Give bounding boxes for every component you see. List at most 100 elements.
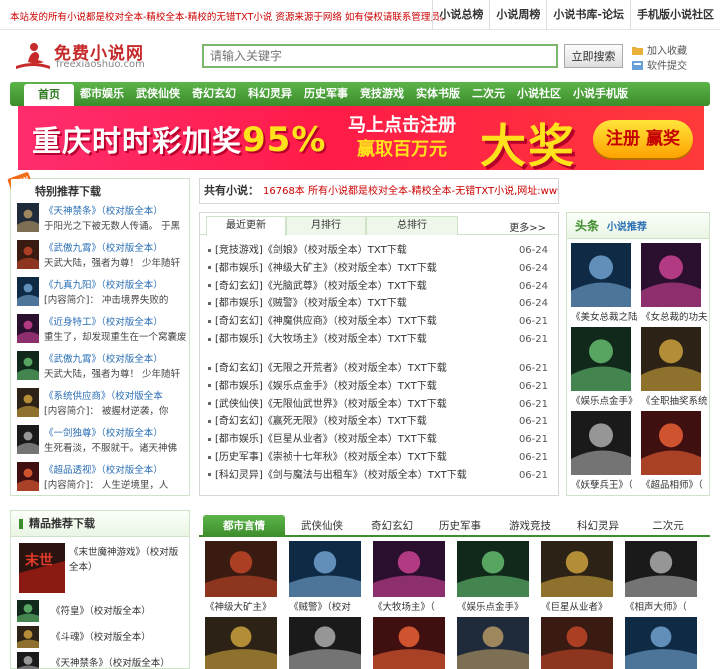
- category-tab[interactable]: 游戏竞技: [497, 515, 563, 537]
- best-first-cover[interactable]: 末世: [19, 543, 65, 593]
- book-cover[interactable]: [625, 617, 697, 669]
- category-book[interactable]: 《大牧场主》（: [373, 541, 445, 613]
- row-category[interactable]: [奇幻玄幻]: [215, 316, 263, 327]
- special-item-title[interactable]: 《武傲九霄》（校对版全本）: [44, 351, 163, 365]
- row-title[interactable]: 《剑与魔法与出租车》（校对版全本）TXT下载: [263, 470, 467, 481]
- update-row[interactable]: [奇幻玄幻]《无限之开荒者》（校对版全本）TXT下载 06-21: [208, 360, 548, 377]
- row-category[interactable]: [竞技游戏]: [215, 245, 263, 256]
- book-cover[interactable]: [373, 541, 445, 597]
- book-cover[interactable]: [205, 617, 277, 669]
- nav-home[interactable]: 首页: [24, 84, 74, 106]
- search-input[interactable]: [202, 44, 558, 68]
- category-book-title[interactable]: 《巨星从业者》: [541, 599, 613, 613]
- special-item[interactable]: 《武傲九霄》（校对版全本） 天武大陆，强者为尊！ 少年随轩: [17, 349, 193, 383]
- toplist-item-title[interactable]: 《超品相师》（: [641, 477, 707, 491]
- category-book-title[interactable]: 《相声大师》（: [625, 599, 697, 613]
- category-book-title[interactable]: 《贼警》（校对: [289, 599, 361, 613]
- row-title[interactable]: 《无限之开荒者》（校对版全本）TXT下载: [263, 363, 447, 374]
- special-item-title[interactable]: 《近身特工》（校对版全本）: [44, 314, 163, 328]
- update-row[interactable]: [历史军事]《崇祯十七年秋》（校对版全本）TXT下载 06-21: [208, 449, 548, 466]
- special-item[interactable]: 《超品透视》（校对版全本） [内容简介]： 人生逆境里，人: [17, 460, 193, 494]
- special-item-title[interactable]: 《天神禁条》（校对版全本）: [44, 203, 163, 217]
- nav-scifi[interactable]: 科幻灵异: [242, 82, 298, 106]
- special-item[interactable]: 《九真九阳》（校对版全本） [内容简介]： 冲击境界失败的: [17, 275, 193, 309]
- book-cover-thumb[interactable]: [17, 240, 39, 269]
- row-title[interactable]: 《娱乐点金手》（校对版全本）TXT下载: [263, 381, 437, 392]
- best-item[interactable]: 《符皇》（校对版全本）: [17, 599, 193, 622]
- category-tab[interactable]: 武侠仙侠: [289, 515, 355, 537]
- special-item-title[interactable]: 《武傲九霄》（校对版全本）: [44, 240, 163, 254]
- category-book[interactable]: 《相声大师》（: [625, 541, 697, 613]
- nav-print[interactable]: 实体书版: [410, 82, 466, 106]
- ad-banner[interactable]: 重庆时时彩加奖95% 马上点击注册 赢取百万元 大奖 注册 赢奖: [18, 106, 704, 170]
- site-logo[interactable]: 免费小说网 freexiaoshuo.com: [14, 38, 164, 74]
- update-row[interactable]: [都市娱乐]《贼警》（校对版全本）TXT下载 06-24: [208, 295, 548, 312]
- category-book-title[interactable]: 《神级大矿主》: [205, 599, 277, 613]
- book-cover[interactable]: [541, 617, 613, 669]
- update-row[interactable]: [奇幻玄幻]《赢死无限》（校对版全本）TXT下载 06-21: [208, 413, 548, 430]
- nav-mobile[interactable]: 小说手机版: [567, 82, 634, 106]
- tab-monthly[interactable]: 月排行: [286, 216, 366, 235]
- row-title[interactable]: 《赢死无限》（校对版全本）TXT下载: [263, 416, 427, 427]
- category-book-cover[interactable]: [457, 617, 529, 669]
- update-row[interactable]: [奇幻玄幻]《神魔供应商》（校对版全本）TXT下载 06-21: [208, 313, 548, 330]
- row-category[interactable]: [都市娱乐]: [215, 334, 263, 345]
- row-category[interactable]: [都市娱乐]: [215, 381, 263, 392]
- special-item[interactable]: 《天神禁条》（校对版全本） 于阳光之下被无数人传诵。 于黑: [17, 201, 193, 235]
- category-book-cover[interactable]: [205, 617, 277, 669]
- row-title[interactable]: 《神级大矿主》（校对版全本）TXT下载: [263, 263, 437, 274]
- book-cover[interactable]: [289, 617, 361, 669]
- toplist-item[interactable]: 《超品相师》（: [641, 411, 707, 491]
- update-row[interactable]: [都市娱乐]《神级大矿主》（校对版全本）TXT下载 06-24: [208, 260, 548, 277]
- row-title[interactable]: 《无限仙武世界》（校对版全本）TXT下载: [263, 399, 447, 410]
- special-item-title[interactable]: 《一剑独尊》（校对版全本）: [44, 425, 163, 439]
- nav-games[interactable]: 竞技游戏: [354, 82, 410, 106]
- submit-link[interactable]: 软件提交: [632, 57, 718, 72]
- category-tab[interactable]: 二次元: [635, 515, 701, 537]
- book-cover[interactable]: [457, 541, 529, 597]
- book-cover[interactable]: [625, 541, 697, 597]
- more-link[interactable]: 更多>>: [509, 219, 546, 234]
- book-cover[interactable]: [571, 243, 631, 307]
- best-item-title[interactable]: 《符皇》（校对版全本）: [51, 603, 151, 617]
- row-category[interactable]: [奇幻玄幻]: [215, 416, 263, 427]
- best-item-title[interactable]: 《天神禁条》（校对版全本）: [51, 655, 170, 669]
- nav-wuxia[interactable]: 武侠仙侠: [130, 82, 186, 106]
- nav-history[interactable]: 历史军事: [298, 82, 354, 106]
- book-cover-thumb[interactable]: [17, 314, 39, 343]
- row-title[interactable]: 《大牧场主》（校对版全本）TXT下载: [263, 334, 427, 345]
- special-item-title[interactable]: 《超品透视》（校对版全本）: [44, 462, 163, 476]
- category-book-cover[interactable]: [625, 617, 697, 669]
- row-category[interactable]: [都市娱乐]: [215, 298, 263, 309]
- row-category[interactable]: [都市娱乐]: [215, 263, 263, 274]
- row-category[interactable]: [科幻灵异]: [215, 470, 263, 481]
- row-title[interactable]: 《贼警》（校对版全本）TXT下载: [263, 298, 407, 309]
- category-book[interactable]: 《贼警》（校对: [289, 541, 361, 613]
- row-category[interactable]: [都市娱乐]: [215, 434, 263, 445]
- category-book-title[interactable]: 《娱乐点金手》: [457, 599, 529, 613]
- tab-total[interactable]: 总排行: [366, 216, 458, 235]
- best-item[interactable]: 《斗魂》（校对版全本）: [17, 625, 193, 648]
- category-book-cover[interactable]: [541, 617, 613, 669]
- toplist-item[interactable]: 《女总裁的功夫: [641, 243, 708, 323]
- category-tab[interactable]: 都市言情: [203, 515, 285, 537]
- update-row[interactable]: [奇幻玄幻]《光脑武尊》（校对版全本）TXT下载 06-24: [208, 278, 548, 295]
- update-row[interactable]: [都市娱乐]《大牧场主》（校对版全本）TXT下载 06-21: [208, 331, 548, 348]
- special-item[interactable]: 《系统供应商》（校对版全本 [内容简介]： 被握材逆袭，你: [17, 386, 193, 420]
- toplist-item-title[interactable]: 《妖孽兵王》（: [571, 477, 637, 491]
- toplist-item[interactable]: 《妖孽兵王》（: [571, 411, 637, 491]
- category-book-title[interactable]: 《大牧场主》（: [373, 599, 445, 613]
- book-cover[interactable]: [457, 617, 529, 669]
- special-item[interactable]: 《近身特工》（校对版全本） 重生了，却发现重生在一个窝囊废: [17, 312, 193, 346]
- book-cover[interactable]: [641, 411, 701, 475]
- toplist-item-title[interactable]: 《女总裁的功夫: [641, 309, 708, 323]
- best-first-title[interactable]: 《末世魔神游戏》（校对版全本）: [69, 545, 185, 575]
- update-row[interactable]: [科幻灵异]《剑与魔法与出租车》（校对版全本）TXT下载 06-21: [208, 467, 548, 484]
- top-link-forum[interactable]: 小说书库-论坛: [546, 0, 630, 30]
- special-item[interactable]: 《武傲九霄》（校对版全本） 天武大陆，强者为尊！ 少年随轩: [17, 238, 193, 272]
- toplist-item[interactable]: 《娱乐点金手》: [571, 327, 638, 407]
- row-category[interactable]: [历史军事]: [215, 452, 263, 463]
- update-row[interactable]: [竞技游戏]《剑娘》（校对版全本）TXT下载 06-24: [208, 242, 548, 259]
- category-book[interactable]: 《巨星从业者》: [541, 541, 613, 613]
- category-book[interactable]: 《神级大矿主》: [205, 541, 277, 613]
